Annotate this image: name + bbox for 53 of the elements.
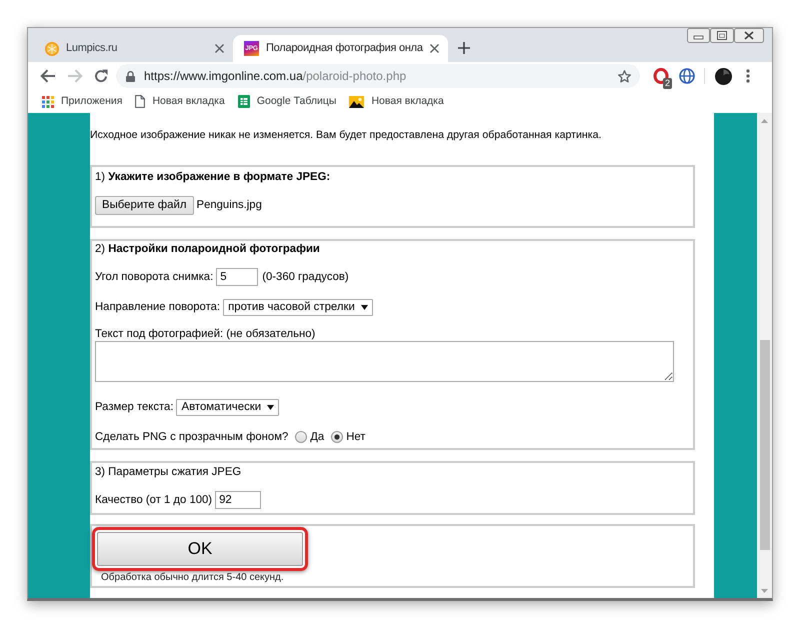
citrus-slice-icon: [45, 42, 59, 56]
choose-file-button[interactable]: Выберите файл: [95, 196, 194, 214]
file-name: Penguins.jpg: [196, 198, 262, 213]
star-icon[interactable]: [618, 70, 631, 82]
lock-icon: [126, 70, 135, 82]
minimize-icon[interactable]: [687, 28, 710, 43]
caret-icon: [267, 404, 274, 410]
caret-icon: [360, 304, 368, 310]
apps-grid-icon: [42, 96, 54, 108]
radio-option[interactable]: Нет: [331, 429, 366, 445]
scrollbar-thumb[interactable]: [760, 340, 770, 550]
section-title: 3) Параметры сжатия JPEG: [95, 465, 242, 480]
browser-tab[interactable]: Lumpics.ru: [34, 35, 233, 62]
count-badge: 2: [662, 78, 672, 89]
reload-icon[interactable]: [94, 69, 108, 83]
picture-icon: [349, 96, 364, 108]
text-area-field[interactable]: [95, 341, 674, 382]
field-label: Угол поворота снимка:: [95, 270, 214, 285]
field-label: Текст под фотографией: (не обязательно): [95, 327, 316, 341]
bookmark-item[interactable]: Google Таблицы: [238, 94, 336, 110]
note-text: Обработка обычно длится 5-40 секунд.: [101, 572, 284, 584]
spreadsheet-icon: [238, 95, 250, 108]
close-icon[interactable]: [734, 28, 764, 43]
dropdown[interactable]: против часовой стрелки: [223, 298, 373, 316]
field-label: Качество (от 1 до 100): [95, 493, 212, 508]
field-label: Сделать PNG с прозрачным фоном?: [95, 430, 288, 445]
bookmark-item[interactable]: Новая вкладка: [349, 94, 444, 110]
globe-icon[interactable]: [679, 68, 695, 84]
ring-icon[interactable]: [653, 68, 669, 84]
radio-option[interactable]: Да: [295, 429, 324, 445]
back-icon[interactable]: [40, 69, 56, 83]
address-bar[interactable]: https://www.imgonline.com.ua/polaroid-photo.php: [116, 64, 640, 88]
avatar-icon[interactable]: [715, 68, 732, 84]
intro-text: Исходное изображение никак не изменяется. Вам будет предоставлена другая обработанная картинка.: [90, 128, 602, 143]
menu-icon[interactable]: [746, 69, 750, 83]
close-icon[interactable]: [215, 44, 224, 53]
field-label: Направление поворота:: [95, 300, 220, 315]
field-label: Размер текста:: [95, 400, 174, 415]
text-field[interactable]: 92: [215, 491, 262, 509]
bookmark-item[interactable]: Новая вкладка: [135, 94, 225, 110]
section-title: 1) Укажите изображение в формате JPEG:: [95, 170, 330, 185]
close-icon[interactable]: [430, 44, 439, 53]
radio-button-icon[interactable]: [331, 431, 344, 443]
bookmark-item[interactable]: Приложения: [42, 94, 122, 110]
page-icon: [135, 95, 146, 108]
hint-text: (0-360 градусов): [262, 270, 349, 285]
section-title: 2) Настройки полароидной фотографии: [95, 242, 320, 257]
radio-button-icon[interactable]: [295, 431, 308, 443]
dropdown[interactable]: Автоматически: [176, 398, 280, 416]
plus-icon[interactable]: [458, 42, 470, 54]
ok-button[interactable]: OK: [97, 532, 303, 566]
maximize-icon[interactable]: [710, 28, 734, 43]
text-field[interactable]: 5: [216, 268, 258, 286]
